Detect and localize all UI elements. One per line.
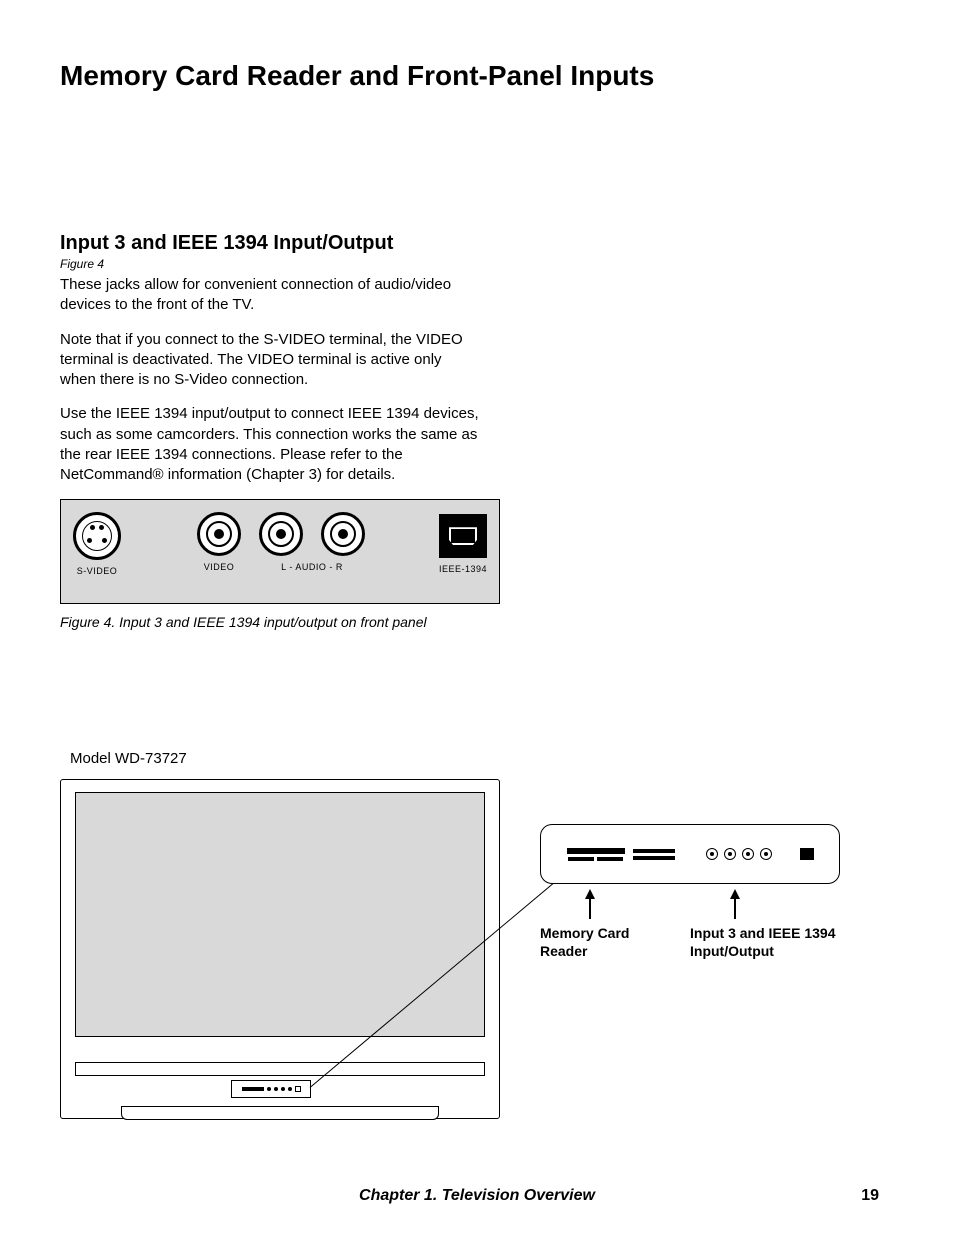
memory-card-slots-icon-2 xyxy=(633,849,675,860)
callout-input3-label: Input 3 and IEEE 1394 Input/Output xyxy=(690,924,890,960)
audio-label: L - AUDIO - R xyxy=(281,562,343,572)
rca-video-icon xyxy=(197,512,241,556)
tv-screen xyxy=(75,792,485,1037)
rca-audio-l-icon xyxy=(259,512,303,556)
paragraph-2: Note that if you connect to the S-VIDEO … xyxy=(60,330,480,391)
svideo-icon xyxy=(73,512,121,560)
figure-reference: Figure 4 xyxy=(60,257,894,271)
mini-video-icon xyxy=(724,848,736,860)
page-footer: Chapter 1. Television Overview 19 xyxy=(0,1187,954,1205)
svideo-label: S-VIDEO xyxy=(77,566,118,576)
rca-audio-r-icon xyxy=(321,512,365,556)
video-jack: VIDEO xyxy=(197,512,241,572)
tv-speaker-bar xyxy=(75,1062,485,1076)
front-panel-diagram: S-VIDEO VIDEO L - AUDIO - R IEEE-1394 xyxy=(60,499,500,604)
ieee1394-icon xyxy=(439,514,487,558)
paragraph-1: These jacks allow for convenient connect… xyxy=(60,275,480,316)
mini-audio-r-icon xyxy=(760,848,772,860)
page-number: 19 xyxy=(861,1187,879,1205)
page-title: Memory Card Reader and Front-Panel Input… xyxy=(60,60,894,92)
ieee1394-label: IEEE-1394 xyxy=(439,564,487,574)
section-heading: Input 3 and IEEE 1394 Input/Output xyxy=(60,232,894,255)
tv-base xyxy=(121,1106,439,1120)
mini-audio-l-icon xyxy=(742,848,754,860)
audio-jacks: L - AUDIO - R xyxy=(259,512,365,572)
front-panel-closeup xyxy=(540,824,840,884)
mini-jack-cluster xyxy=(706,848,814,860)
arrow-input3 xyxy=(730,889,740,919)
mini-svideo-icon xyxy=(706,848,718,860)
callout-memory-card-label: Memory Card Reader xyxy=(540,924,660,960)
mini-ieee-icon xyxy=(800,848,814,860)
video-label: VIDEO xyxy=(204,562,235,572)
ieee1394-jack: IEEE-1394 xyxy=(439,512,487,574)
figure-caption: Figure 4. Input 3 and IEEE 1394 input/ou… xyxy=(60,614,894,630)
model-label: Model WD-73727 xyxy=(70,750,894,767)
arrow-memory-card xyxy=(585,889,595,919)
tv-front-slot xyxy=(231,1080,311,1098)
tv-outline xyxy=(60,779,500,1119)
memory-card-slots-icon xyxy=(567,848,625,861)
svideo-jack: S-VIDEO xyxy=(73,512,121,576)
tv-diagram-area: Memory Card Reader Input 3 and IEEE 1394… xyxy=(60,779,900,1139)
paragraph-3: Use the IEEE 1394 input/output to connec… xyxy=(60,404,480,485)
chapter-label: Chapter 1. Television Overview xyxy=(359,1187,595,1205)
